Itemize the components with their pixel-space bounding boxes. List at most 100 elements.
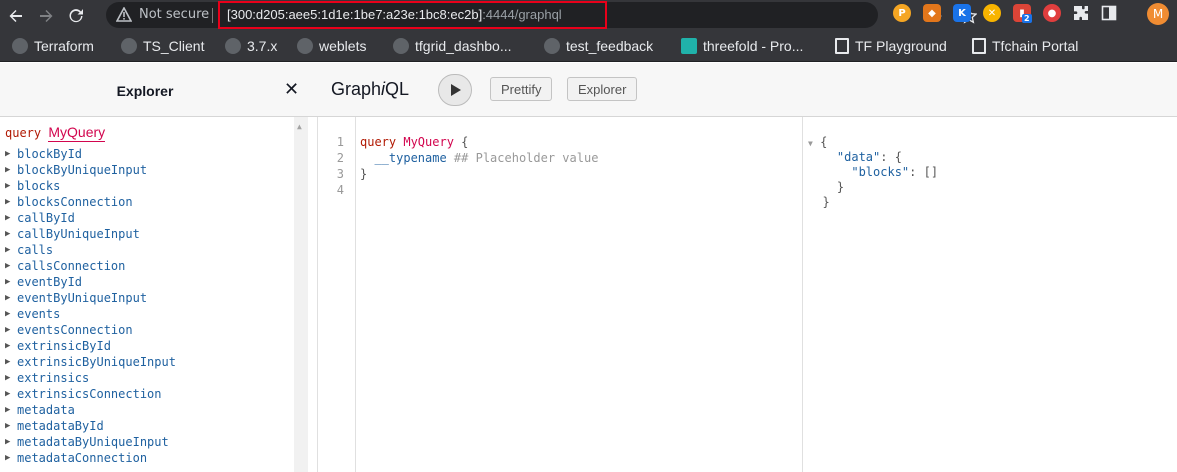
bookmark-tfgrid-dashboard[interactable]: tfgrid_dashbo... xyxy=(393,38,512,54)
github-icon xyxy=(393,38,409,54)
code-comment: ## Placeholder value xyxy=(446,151,599,165)
fold-arrow-icon[interactable]: ▼ xyxy=(808,139,813,148)
execute-query-button[interactable] xyxy=(438,74,472,106)
bookmark-weblets[interactable]: weblets xyxy=(297,38,366,54)
caret-right-icon: ▶ xyxy=(5,293,11,303)
side-panel-icon[interactable] xyxy=(1101,5,1117,21)
github-icon xyxy=(121,38,137,54)
explorer-field-item[interactable]: ▶ metadataByUniqueInput xyxy=(5,434,176,450)
explorer-field-item[interactable]: ▶ blockById xyxy=(5,146,176,162)
explorer-field-item[interactable]: ▶ callsConnection xyxy=(5,258,176,274)
scroll-up-arrow-icon[interactable]: ▲ xyxy=(297,122,302,131)
explorer-body: query MyQuery ▶ blockById ▶ blockByUniqueIn… xyxy=(0,117,318,472)
field-label: blockById xyxy=(17,147,83,161)
github-icon xyxy=(225,38,241,54)
explorer-toggle-button[interactable]: Explorer xyxy=(567,77,638,101)
field-label: blocks xyxy=(17,179,61,193)
security-label[interactable]: Not secure xyxy=(139,7,209,22)
explorer-field-item[interactable]: ▶ extrinsicByUniqueInput xyxy=(5,354,176,370)
url-path: :4444/graphql xyxy=(482,7,562,22)
code-keyword: query xyxy=(360,135,397,149)
code-brace: } xyxy=(360,167,368,181)
explorer-field-item[interactable]: ▶ callById xyxy=(5,210,176,226)
line-number: 2 xyxy=(336,151,344,165)
cookie-extension-icon[interactable]: ● xyxy=(1043,4,1061,22)
bookmark-label: threefold - Pro... xyxy=(703,38,804,54)
field-label: events xyxy=(17,307,61,321)
caret-right-icon: ▶ xyxy=(5,325,11,335)
prettify-button[interactable]: Prettify xyxy=(490,77,553,101)
field-label: metadataConnection xyxy=(17,451,148,465)
extensions-row: P ◆ K ✕ ▮ 2 ● xyxy=(893,4,1117,23)
explorer-scrollbar[interactable]: ▲ xyxy=(294,117,308,472)
bookmarks-bar: Terraform TS_Client 3.7.x weblets tfgrid… xyxy=(0,31,1177,62)
result-line: "data": { xyxy=(808,150,902,164)
explorer-field-item[interactable]: ▶ metadata xyxy=(5,402,176,418)
puzzle-red-extension-icon[interactable]: ▮ 2 xyxy=(1013,4,1032,23)
code-line: __typename ## Placeholder value xyxy=(360,151,598,165)
field-label: metadataByUniqueInput xyxy=(17,435,169,449)
explorer-field-item[interactable]: ▶ extrinsics xyxy=(5,370,176,386)
bookmark-test-feedback[interactable]: test_feedback xyxy=(544,38,653,54)
caret-right-icon: ▶ xyxy=(5,373,11,383)
profile-avatar[interactable]: M xyxy=(1147,3,1169,25)
query-editor[interactable]: 1 2 3 4 query MyQuery { __typename ## Pl… xyxy=(318,117,803,472)
result-line: "blocks": [] xyxy=(808,165,938,179)
explorer-field-item[interactable]: ▶ metadataById xyxy=(5,418,176,434)
tf-playground-icon xyxy=(835,38,849,54)
code-brace: { xyxy=(453,135,469,149)
reload-button[interactable] xyxy=(62,2,90,30)
query-name-input[interactable]: MyQuery xyxy=(48,124,106,142)
caret-right-icon: ▶ xyxy=(5,229,11,239)
caret-right-icon: ▶ xyxy=(5,405,11,415)
explorer-field-item[interactable]: ▶ events xyxy=(5,306,176,322)
url-host: [300:d205:aee5:1d1e:1be7:a23e:1bc8:ec2b] xyxy=(227,7,483,22)
explorer-field-item[interactable]: ▶ eventsConnection xyxy=(5,322,176,338)
field-label: eventById xyxy=(17,275,83,289)
warning-icon xyxy=(116,7,132,22)
bookmark-label: weblets xyxy=(319,38,367,54)
result-line: } xyxy=(808,180,844,194)
explorer-field-item[interactable]: ▶ blocksConnection xyxy=(5,194,176,210)
bookmark-threefold[interactable]: threefold - Pro... xyxy=(681,38,803,54)
code-query-name: MyQuery xyxy=(403,135,454,149)
explorer-field-item[interactable]: ▶ callByUniqueInput xyxy=(5,226,176,242)
caret-right-icon: ▶ xyxy=(5,389,11,399)
caret-right-icon: ▶ xyxy=(5,309,11,319)
threefold-icon xyxy=(681,38,697,54)
metamask-fox-icon[interactable]: ◆ xyxy=(923,4,941,22)
forward-button[interactable] xyxy=(32,2,60,30)
caret-right-icon: ▶ xyxy=(5,213,11,223)
explorer-field-item[interactable]: ▶ blockByUniqueInput xyxy=(5,162,176,178)
query-keyword: query xyxy=(5,126,42,140)
graphiql-title: GraphiQL xyxy=(331,79,409,100)
explorer-field-item[interactable]: ▶ calls xyxy=(5,242,176,258)
k-extension-icon[interactable]: K xyxy=(953,4,971,22)
result-brace: { xyxy=(820,135,828,149)
bookmark-terraform[interactable]: Terraform xyxy=(12,38,94,54)
line-number-gutter: 1 2 3 4 xyxy=(318,117,356,472)
close-icon[interactable]: ✕ xyxy=(284,81,299,99)
result-key: "data" xyxy=(836,150,881,164)
line-number: 1 xyxy=(336,135,344,149)
bookmark-tf-playground[interactable]: TF Playground xyxy=(835,38,947,54)
explorer-field-item[interactable]: ▶ extrinsicById xyxy=(5,338,176,354)
explorer-field-item[interactable]: ▶ extrinsicsConnection xyxy=(5,386,176,402)
caret-right-icon: ▶ xyxy=(5,437,11,447)
bookmark-ts-client[interactable]: TS_Client xyxy=(121,38,204,54)
x-extension-icon[interactable]: ✕ xyxy=(983,4,1001,22)
explorer-field-item[interactable]: ▶ blocks xyxy=(5,178,176,194)
bookmark-3-7-x[interactable]: 3.7.x xyxy=(225,38,277,54)
explorer-field-item[interactable]: ▶ eventById xyxy=(5,274,176,290)
bookmark-tfchain-portal[interactable]: Tfchain Portal xyxy=(972,38,1078,54)
field-label: blocksConnection xyxy=(17,195,133,209)
back-button[interactable] xyxy=(2,2,30,30)
caret-right-icon: ▶ xyxy=(5,149,11,159)
polkadot-extension-icon[interactable]: P xyxy=(893,4,911,22)
caret-right-icon: ▶ xyxy=(5,181,11,191)
result-key: "blocks" xyxy=(851,165,910,179)
url-text[interactable]: [300:d205:aee5:1d1e:1be7:a23e:1bc8:ec2b]… xyxy=(227,7,562,22)
explorer-field-item[interactable]: ▶ eventByUniqueInput xyxy=(5,290,176,306)
puzzle-icon[interactable] xyxy=(1073,5,1089,21)
explorer-field-item[interactable]: ▶ metadataConnection xyxy=(5,450,176,466)
